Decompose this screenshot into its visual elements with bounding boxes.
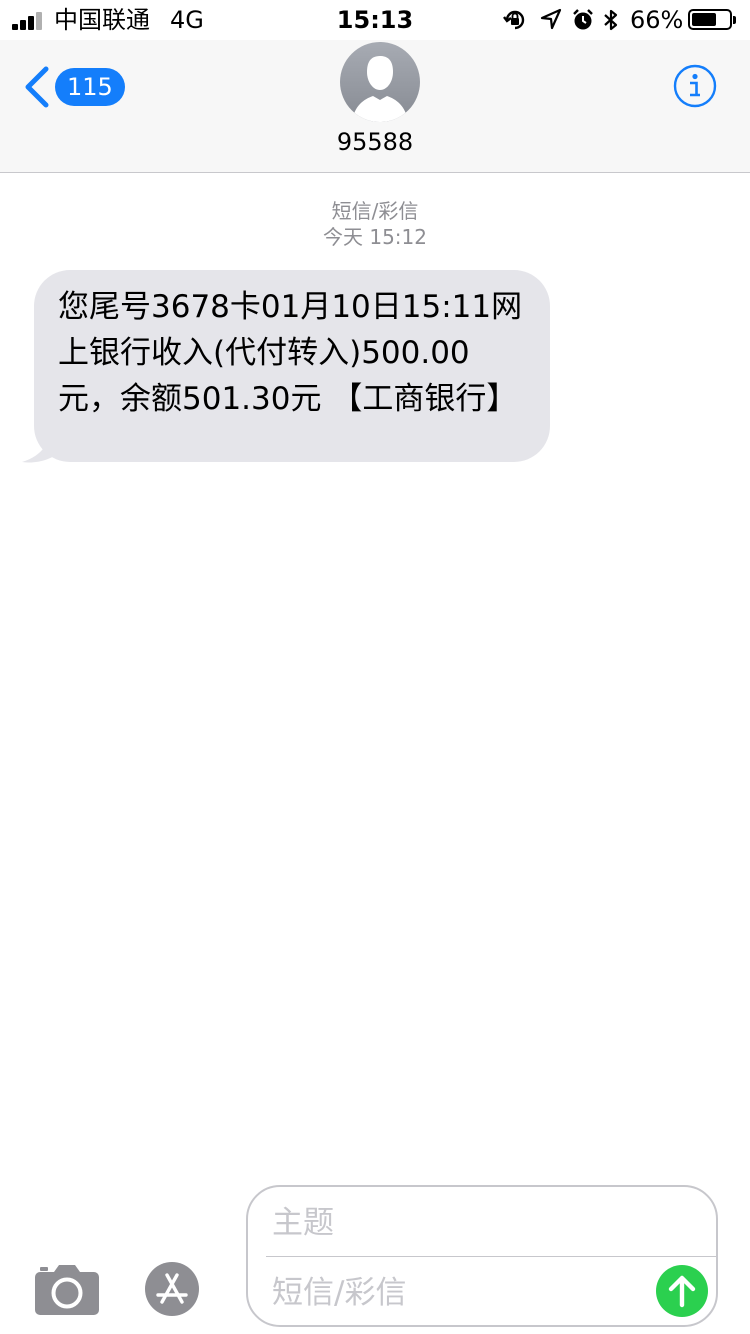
send-button[interactable]: [656, 1265, 708, 1317]
battery-percent: 66%: [630, 6, 684, 34]
alarm-icon: [573, 9, 593, 30]
thread-meta: 短信/彩信 今天 15:12: [0, 198, 750, 250]
bluetooth-icon: [604, 9, 618, 31]
message-timestamp: 今天 15:12: [323, 225, 427, 249]
camera-button[interactable]: [34, 1262, 100, 1316]
compose-box: [246, 1185, 718, 1327]
subject-input[interactable]: [272, 1203, 692, 1243]
unread-count-badge: 115: [55, 68, 125, 106]
message-input[interactable]: [272, 1273, 632, 1313]
camera-icon: [35, 1265, 99, 1315]
rotation-lock-icon: [503, 10, 525, 30]
message-type-label: 短信/彩信: [331, 199, 419, 223]
info-icon: [673, 64, 717, 108]
person-silhouette-icon: [352, 56, 408, 122]
location-arrow-icon: [540, 8, 562, 30]
message-bubble-text: 您尾号3678卡01月10日15:11网上银行收入(代付转入)500.00元，余…: [34, 270, 550, 462]
app-store-icon: [145, 1262, 199, 1316]
contact-name[interactable]: 95588: [0, 128, 750, 156]
incoming-message[interactable]: 您尾号3678卡01月10日15:11网上银行收入(代付转入)500.00元，余…: [22, 270, 552, 464]
back-button[interactable]: 115: [22, 64, 125, 110]
send-arrow-icon: [668, 1275, 696, 1308]
battery-icon: [688, 9, 736, 30]
back-chevron-icon: [25, 66, 49, 108]
status-bar: 中国联通 4G 15:13 66%: [0, 0, 750, 40]
conversation-header: 115 95588: [0, 40, 750, 173]
app-store-button[interactable]: [140, 1262, 212, 1316]
compose-divider: [266, 1256, 716, 1257]
info-button[interactable]: [673, 64, 717, 108]
contact-avatar[interactable]: [340, 42, 420, 122]
